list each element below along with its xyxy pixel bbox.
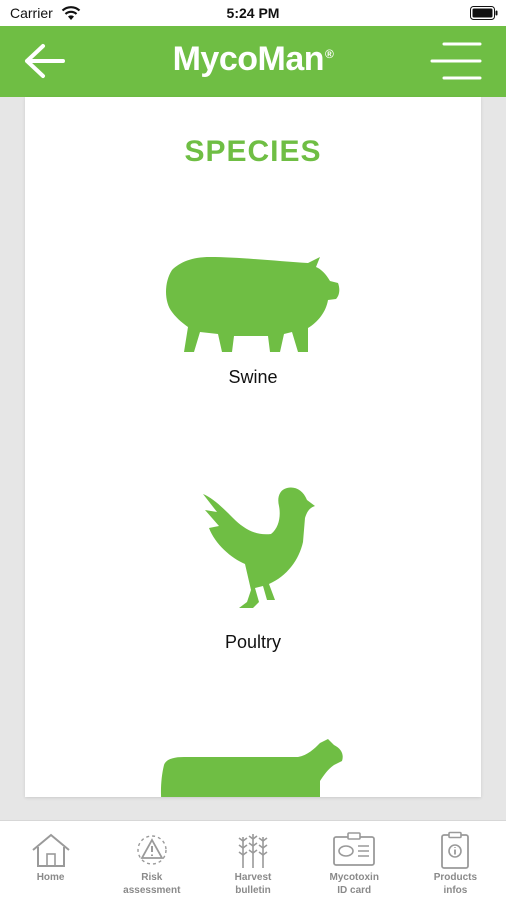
species-label-swine: Swine: [228, 367, 278, 387]
species-item-poultry[interactable]: Poultry: [25, 482, 481, 653]
species-label-poultry: Poultry: [224, 632, 282, 652]
registered-mark: ®: [325, 46, 334, 61]
tab-label-mycotoxin-id-card: Mycotoxin ID card: [329, 872, 379, 896]
risk-warning-icon: [137, 835, 167, 865]
species-item-swine[interactable]: Swine: [25, 252, 481, 388]
cow-icon: [160, 739, 343, 797]
app-header: MycoMan®: [0, 26, 506, 97]
wheat-icon: [238, 834, 268, 868]
page-title: SPECIES: [184, 135, 322, 168]
tab-home[interactable]: Home: [0, 821, 101, 900]
clock: 5:24 PM: [226, 5, 280, 21]
hamburger-menu-icon: [430, 42, 482, 80]
chicken-icon: [203, 487, 315, 608]
species-card: SPECIES Swine Poultry: [25, 97, 481, 797]
tab-label-products-infos: Products infos: [433, 872, 478, 896]
species-item-cattle[interactable]: [25, 737, 481, 797]
pig-icon: [166, 257, 340, 352]
battery-icon: [470, 6, 498, 20]
tab-label-home: Home: [36, 872, 65, 883]
status-bar: Carrier 5:24 PM: [0, 0, 506, 26]
tab-products-infos[interactable]: Products infos: [405, 821, 506, 900]
clipboard-info-icon: [441, 831, 470, 869]
menu-button[interactable]: [430, 40, 482, 82]
home-icon: [31, 833, 70, 867]
tab-label-harvest-bulletin: Harvest bulletin: [234, 872, 272, 896]
app-title-text: MycoMan: [172, 40, 325, 78]
tab-label-risk-assessment: Risk assessment: [123, 872, 181, 896]
tab-risk-assessment[interactable]: Risk assessment: [101, 821, 202, 900]
id-card-icon: [333, 832, 376, 866]
tab-harvest-bulletin[interactable]: Harvest bulletin: [202, 821, 303, 900]
tab-mycotoxin-id-card[interactable]: Mycotoxin ID card: [304, 821, 405, 900]
tab-bar: Home Risk assessment Harvest bulletin My…: [0, 820, 506, 900]
